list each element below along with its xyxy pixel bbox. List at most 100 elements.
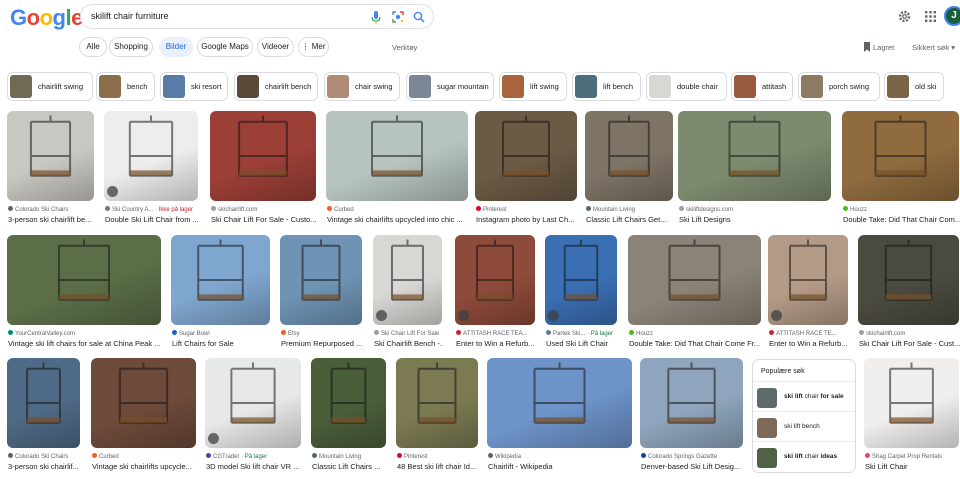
result-thumbnail[interactable] (396, 358, 478, 448)
image-result[interactable]: Shag Carpet Prop Rentals Ski Lift Chair (864, 358, 959, 472)
result-thumbnail[interactable] (205, 358, 301, 448)
result-source[interactable]: Etsy (281, 330, 363, 337)
result-title[interactable]: Vintage ski chairlifts upcycle... (92, 462, 197, 471)
result-title[interactable]: Used Ski Lift Chair (546, 339, 618, 348)
result-title[interactable]: 3-person ski chairlif... (8, 462, 81, 471)
image-result[interactable]: Colorado Ski Chairs 3-person ski chairlif… (7, 111, 94, 225)
result-thumbnail[interactable] (475, 111, 577, 201)
image-result[interactable]: Pinterest 48 Best ski lift chair Id... (396, 358, 478, 472)
result-title[interactable]: 48 Best ski lift chair Id... (397, 462, 479, 471)
image-result[interactable]: skiliftdesigns.com Ski Lift Designs (678, 111, 831, 225)
result-title[interactable]: Enter to Win a Refurb... (456, 339, 536, 348)
result-source[interactable]: Colorado Springs Gazette (641, 453, 744, 460)
result-thumbnail[interactable] (640, 358, 743, 448)
result-thumbnail[interactable] (487, 358, 632, 448)
result-thumbnail[interactable] (628, 235, 761, 325)
image-result[interactable]: ATTITASH RACE TE... Enter to Win a Refurb… (768, 235, 848, 349)
result-thumbnail[interactable] (210, 111, 316, 201)
result-title[interactable]: Double Ski Lift Chair from ... (105, 215, 199, 224)
result-source[interactable]: CGTrader · På lager (206, 453, 302, 460)
result-title[interactable]: Instagram photo by Last Ch... (476, 215, 578, 224)
result-title[interactable]: Vintage ski chairlifts upcycled into chi… (327, 215, 469, 224)
result-thumbnail[interactable] (311, 358, 386, 448)
image-result[interactable]: Sugar Bowl Lift Chairs for Sale (171, 235, 270, 349)
result-title[interactable]: Premium Repurposed ... (281, 339, 363, 348)
image-result[interactable]: YourCentralValley.com Vintage ski lift ch… (7, 235, 161, 349)
result-source[interactable]: Ski Country A... · Ikke på lager (105, 206, 199, 213)
result-source[interactable]: Mountain Living (586, 206, 674, 213)
image-result[interactable]: Colorado Ski Chairs 3-person ski chairlif… (7, 358, 80, 472)
result-source[interactable]: Pinterest (476, 206, 578, 213)
result-source[interactable]: ATTITASH RACE TEA... (456, 330, 536, 337)
result-title[interactable]: 3D model Ski lift chair VR ... (206, 462, 302, 471)
image-result[interactable]: Mountain Living Classic Lift Chairs Get..… (585, 111, 673, 225)
result-title[interactable]: Double Take: Did That Chair Com... (843, 215, 960, 224)
result-title[interactable]: Classic Lift Chairs Get... (586, 215, 674, 224)
result-thumbnail[interactable] (326, 111, 468, 201)
result-source[interactable]: Pinterest (397, 453, 479, 460)
result-title[interactable]: Ski Chair Lift For Sale - Custo... (211, 215, 317, 224)
result-source[interactable]: ATTITASH RACE TE... (769, 330, 849, 337)
popular-search-item[interactable]: ski lift bench (753, 411, 855, 441)
result-title[interactable]: Double Take: Did That Chair Come Fr... (629, 339, 762, 348)
result-title[interactable]: Ski Lift Designs (679, 215, 832, 224)
result-thumbnail[interactable] (104, 111, 198, 201)
result-source[interactable]: Partek Ski... · På lager (546, 330, 618, 337)
image-result[interactable]: Wikipedia Chairlift - Wikipedia (487, 358, 632, 472)
image-result[interactable]: ATTITASH RACE TEA... Enter to Win a Refur… (455, 235, 535, 349)
result-thumbnail[interactable] (280, 235, 362, 325)
result-source[interactable]: Houzz (629, 330, 762, 337)
image-result[interactable]: Curbed Vintage ski chairlifts upcycle... (91, 358, 196, 472)
result-source[interactable]: Colorado Ski Chairs (8, 453, 81, 460)
image-result[interactable]: Ski Chair Lift For Sale Ski Chairlift Ben… (373, 235, 443, 349)
image-result[interactable]: Colorado Springs Gazette Denver-based Ski… (640, 358, 743, 472)
result-thumbnail[interactable] (858, 235, 959, 325)
result-thumbnail[interactable] (171, 235, 270, 325)
result-source[interactable]: Curbed (92, 453, 197, 460)
result-title[interactable]: 3-person ski chairlift be... (8, 215, 95, 224)
image-result[interactable]: skichairlift.com Ski Chair Lift For Sale … (210, 111, 316, 225)
result-thumbnail[interactable] (678, 111, 831, 201)
result-source[interactable]: Houzz (843, 206, 960, 213)
result-title[interactable]: Ski Chair Lift For Sale - Cust... (859, 339, 960, 348)
result-title[interactable]: Lift Chairs for Sale (172, 339, 271, 348)
result-thumbnail[interactable] (91, 358, 196, 448)
result-thumbnail[interactable] (7, 235, 161, 325)
image-result[interactable]: Houzz Double Take: Did That Chair Com... (842, 111, 960, 225)
result-title[interactable]: Denver-based Ski Lift Desig... (641, 462, 744, 471)
image-result[interactable]: Mountain Living Classic Lift Chairs ... (311, 358, 386, 472)
result-title[interactable]: Ski Lift Chair (865, 462, 960, 471)
image-result[interactable]: Houzz Double Take: Did That Chair Come Fr… (628, 235, 761, 349)
result-title[interactable]: Enter to Win a Refurb... (769, 339, 849, 348)
image-result[interactable]: CGTrader · På lager 3D model Ski lift cha… (205, 358, 301, 472)
result-source[interactable]: skichairlift.com (211, 206, 317, 213)
result-thumbnail[interactable] (7, 111, 94, 201)
result-source[interactable]: Mountain Living (312, 453, 387, 460)
result-thumbnail[interactable] (7, 358, 80, 448)
image-result[interactable]: Partek Ski... · På lager Used Ski Lift Ch… (545, 235, 617, 349)
image-result[interactable]: Ski Country A... · Ikke på lager Double S… (104, 111, 199, 225)
result-source[interactable]: Ski Chair Lift For Sale (374, 330, 443, 337)
popular-searches-heading: Populære søk (761, 368, 805, 375)
image-result[interactable]: Curbed Vintage ski chairlifts upcycled in… (326, 111, 468, 225)
result-source[interactable]: Wikipedia (488, 453, 633, 460)
result-title[interactable]: Vintage ski lift chairs for sale at Chin… (8, 339, 162, 348)
result-source[interactable]: Shag Carpet Prop Rentals (865, 453, 960, 460)
result-source[interactable]: YourCentralValley.com (8, 330, 162, 337)
popular-search-item[interactable]: ski lift chair ideas (753, 441, 855, 471)
result-title[interactable]: Ski Chairlift Bench -... (374, 339, 443, 348)
result-title[interactable]: Classic Lift Chairs ... (312, 462, 387, 471)
result-source[interactable]: skiliftdesigns.com (679, 206, 832, 213)
result-source[interactable]: skichairlift.com (859, 330, 960, 337)
result-thumbnail[interactable] (864, 358, 959, 448)
result-thumbnail[interactable] (842, 111, 959, 201)
result-title[interactable]: Chairlift - Wikipedia (488, 462, 633, 471)
popular-search-item[interactable]: ski lift chair for sale (753, 381, 855, 411)
result-source[interactable]: Sugar Bowl (172, 330, 271, 337)
image-result[interactable]: Pinterest Instagram photo by Last Ch... (475, 111, 577, 225)
result-thumbnail[interactable] (585, 111, 673, 201)
image-result[interactable]: Etsy Premium Repurposed ... (280, 235, 362, 349)
image-result[interactable]: skichairlift.com Ski Chair Lift For Sale … (858, 235, 960, 349)
result-source[interactable]: Curbed (327, 206, 469, 213)
result-source[interactable]: Colorado Ski Chairs (8, 206, 95, 213)
